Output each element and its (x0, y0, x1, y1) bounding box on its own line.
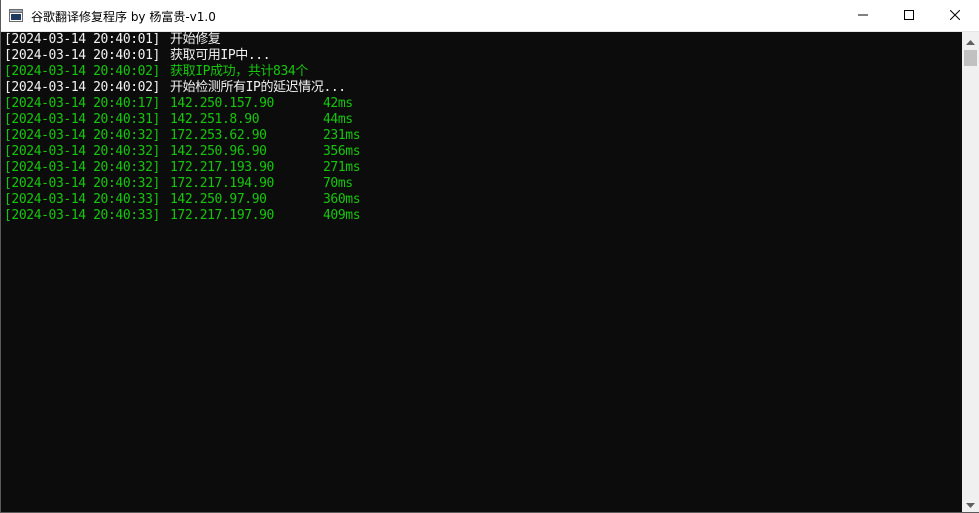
log-timestamp: [2024-03-14 20:40:01] (4, 32, 160, 47)
ip-address: 172.217.194.90 (170, 176, 274, 191)
minimize-button[interactable] (840, 0, 886, 31)
window-title: 谷歌翻译修复程序 by 杨富贵-v1.0 (31, 10, 216, 24)
ip-address: 142.250.157.90 (170, 96, 274, 111)
log-line: [2024-03-14 20:40:02] 获取IP成功，共计834个 (2, 64, 962, 80)
latency-value: 360ms (323, 192, 361, 207)
ip-result-line: [2024-03-14 20:40:32] 172.217.193.90 271… (2, 160, 962, 176)
log-line: [2024-03-14 20:40:02] 开始检测所有IP的延迟情况... (2, 80, 962, 96)
log-timestamp: [2024-03-14 20:40:02] (4, 64, 160, 79)
close-button[interactable] (932, 0, 978, 31)
ip-address: 172.253.62.90 (170, 128, 267, 143)
log-line: [2024-03-14 20:40:01] 获取可用IP中... (2, 48, 962, 64)
log-timestamp: [2024-03-14 20:40:33] (4, 192, 160, 207)
latency-value: 356ms (323, 144, 361, 159)
log-timestamp: [2024-03-14 20:40:32] (4, 176, 160, 191)
log-message: 开始修复 (170, 32, 221, 47)
ip-address: 172.217.193.90 (170, 160, 274, 175)
log-message: 获取可用IP中... (170, 48, 271, 63)
log-timestamp: [2024-03-14 20:40:33] (4, 208, 160, 223)
log-line: [2024-03-14 20:40:01] 开始修复 (2, 32, 962, 48)
console-window: 谷歌翻译修复程序 by 杨富贵-v1.0 [2024-03-14 20:40:0… (0, 0, 979, 513)
console-app-icon (9, 9, 23, 22)
vertical-scrollbar[interactable] (962, 32, 979, 512)
latency-value: 271ms (323, 160, 361, 175)
ip-result-line: [2024-03-14 20:40:32] 142.250.96.90 356m… (2, 144, 962, 160)
scroll-down-arrow-icon (966, 495, 975, 513)
latency-value: 70ms (323, 176, 353, 191)
log-timestamp: [2024-03-14 20:40:31] (4, 112, 160, 127)
scroll-up-arrow-icon (966, 32, 975, 50)
ip-result-line: [2024-03-14 20:40:17] 142.250.157.90 42m… (2, 96, 962, 112)
ip-result-line: [2024-03-14 20:40:33] 172.217.197.90 409… (2, 208, 962, 224)
close-icon (949, 7, 961, 25)
latency-value: 42ms (323, 96, 353, 111)
latency-value: 231ms (323, 128, 361, 143)
maximize-icon (904, 7, 914, 25)
ip-result-line: [2024-03-14 20:40:32] 172.217.194.90 70m… (2, 176, 962, 192)
minimize-icon (858, 7, 868, 25)
ip-address: 142.250.97.90 (170, 192, 267, 207)
console-output[interactable]: [2024-03-14 20:40:01] 开始修复 [2024-03-14 2… (2, 32, 962, 512)
scroll-down-button[interactable] (962, 495, 979, 512)
latency-value: 44ms (323, 112, 353, 127)
latency-value: 409ms (323, 208, 361, 223)
ip-result-line: [2024-03-14 20:40:33] 142.250.97.90 360m… (2, 192, 962, 208)
log-message: 开始检测所有IP的延迟情况... (170, 80, 346, 95)
ip-address: 142.251.8.90 (170, 112, 260, 127)
log-timestamp: [2024-03-14 20:40:32] (4, 144, 160, 159)
ip-result-line: [2024-03-14 20:40:32] 172.253.62.90 231m… (2, 128, 962, 144)
ip-address: 172.217.197.90 (170, 208, 274, 223)
log-message: 获取IP成功，共计834个 (170, 64, 308, 79)
scrollbar-thumb[interactable] (964, 50, 977, 66)
log-timestamp: [2024-03-14 20:40:01] (4, 48, 160, 63)
ip-result-line: [2024-03-14 20:40:31] 142.251.8.90 44ms (2, 112, 962, 128)
log-timestamp: [2024-03-14 20:40:17] (4, 96, 160, 111)
log-timestamp: [2024-03-14 20:40:32] (4, 128, 160, 143)
maximize-button[interactable] (886, 0, 932, 31)
title-bar[interactable]: 谷歌翻译修复程序 by 杨富贵-v1.0 (1, 0, 979, 32)
ip-address: 142.250.96.90 (170, 144, 267, 159)
scroll-up-button[interactable] (962, 32, 979, 49)
log-timestamp: [2024-03-14 20:40:02] (4, 80, 160, 95)
log-timestamp: [2024-03-14 20:40:32] (4, 160, 160, 175)
